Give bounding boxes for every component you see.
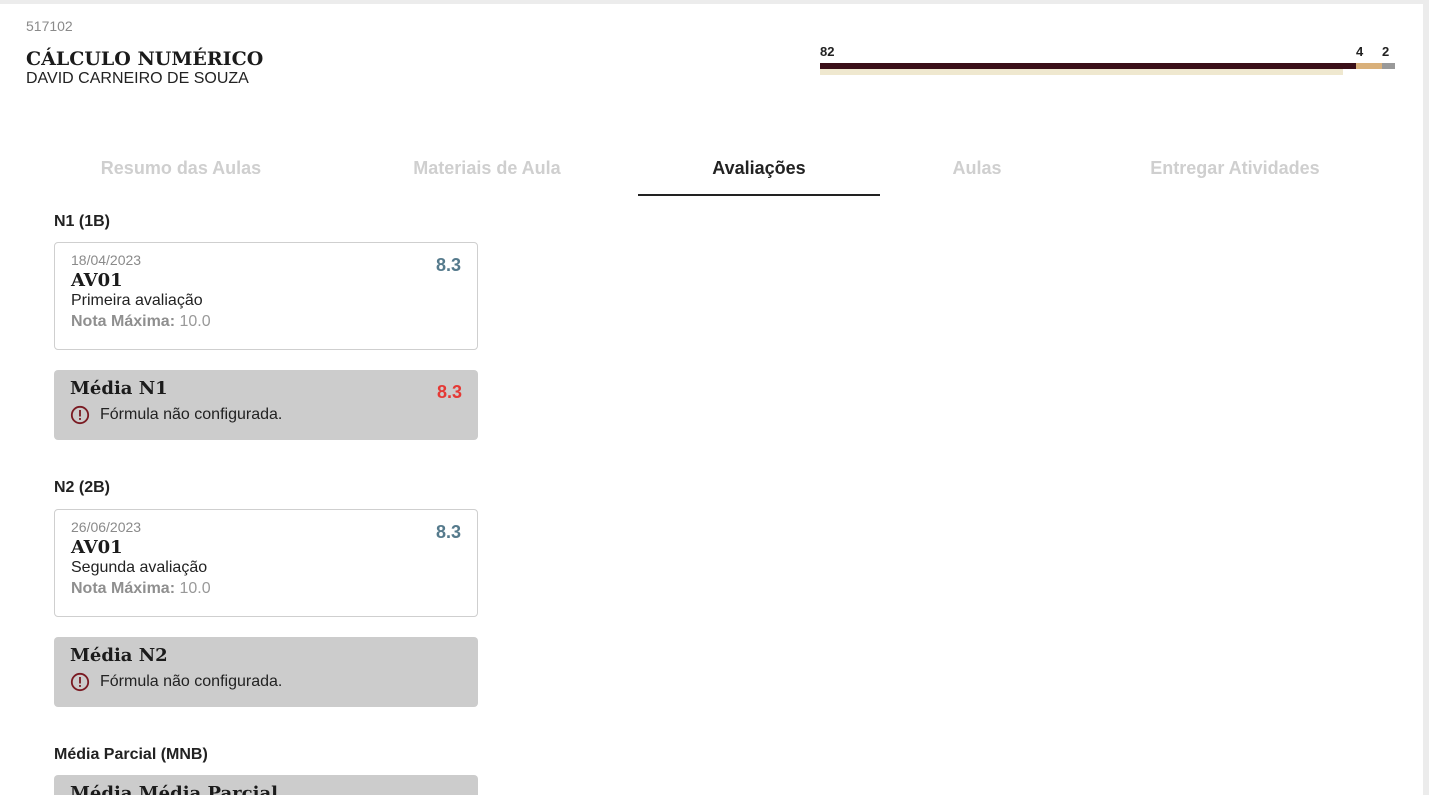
assessment-description: Segunda avaliação	[71, 559, 208, 576]
alert-circle-icon	[70, 405, 90, 425]
average-name: Média Média Parcial	[70, 783, 278, 795]
average-card-n2: Média N2 Fórmula não configurada.	[54, 637, 478, 707]
assessment-max-grade: Nota Máxima: 10.0	[71, 313, 461, 331]
section-title-media-parcial: Média Parcial (MNB)	[54, 746, 208, 763]
assessment-max-grade: Nota Máxima: 10.0	[71, 580, 461, 598]
attendance-present-count: 82	[820, 44, 835, 59]
average-card-media-parcial: Média Média Parcial	[54, 775, 478, 795]
course-title: CÁLCULO NUMÉRICO	[26, 48, 264, 70]
formula-warning: Fórmula não configurada.	[70, 672, 462, 692]
assessment-description: Primeira avaliação	[71, 292, 203, 309]
max-grade-label: Nota Máxima:	[71, 580, 176, 597]
tab-avaliacoes[interactable]: Avaliações	[638, 140, 880, 196]
tab-entregar-atividades[interactable]: Entregar Atividades	[1074, 140, 1396, 196]
assessment-name: AV01	[71, 270, 123, 291]
assessment-grade: 8.3	[435, 522, 461, 542]
course-code: 517102	[26, 18, 73, 34]
tab-aulas[interactable]: Aulas	[880, 140, 1074, 196]
top-border	[0, 0, 1423, 4]
tab-materiais-de-aula[interactable]: Materiais de Aula	[336, 140, 638, 196]
section-title-n1: N1 (1B)	[54, 213, 111, 230]
section-title-n2: N2 (2B)	[54, 479, 111, 496]
assessment-grade: 8.3	[435, 255, 461, 275]
formula-warning: Fórmula não configurada.	[70, 405, 462, 425]
assessment-card-n1[interactable]: 18/04/2023 AV01 Primeira avaliação Nota …	[54, 242, 478, 350]
attendance-late-segment	[1356, 63, 1382, 69]
assessment-date: 18/04/2023	[71, 252, 142, 268]
tab-bar: Resumo das Aulas Materiais de Aula Avali…	[26, 140, 1406, 196]
max-grade-label: Nota Máxima:	[71, 313, 176, 330]
assessment-date: 26/06/2023	[71, 519, 142, 535]
tab-resumo-das-aulas[interactable]: Resumo das Aulas	[26, 140, 336, 196]
assessment-name: AV01	[71, 537, 123, 558]
alert-circle-icon	[70, 672, 90, 692]
course-teacher: DAVID CARNEIRO DE SOUZA	[26, 70, 249, 87]
max-grade-value: 10.0	[179, 580, 211, 597]
average-name: Média N2	[70, 645, 168, 666]
attendance-absent-segment	[1382, 63, 1395, 69]
attendance-absent-count: 2	[1382, 44, 1390, 59]
attendance-bar: 82 4 2	[820, 44, 1395, 78]
average-grade: 8.3	[436, 382, 462, 402]
attendance-late-count: 4	[1356, 44, 1364, 59]
formula-warning-text: Fórmula não configurada.	[100, 673, 283, 690]
formula-warning-text: Fórmula não configurada.	[100, 406, 283, 423]
average-name: Média N1	[70, 378, 168, 399]
average-card-n1: Média N1 8.3 Fórmula não configurada.	[54, 370, 478, 440]
max-grade-value: 10.0	[179, 313, 211, 330]
scrollbar-track[interactable]	[1423, 0, 1429, 795]
attendance-secondary-segment	[820, 69, 1343, 75]
assessment-card-n2[interactable]: 26/06/2023 AV01 Segunda avaliação Nota M…	[54, 509, 478, 617]
